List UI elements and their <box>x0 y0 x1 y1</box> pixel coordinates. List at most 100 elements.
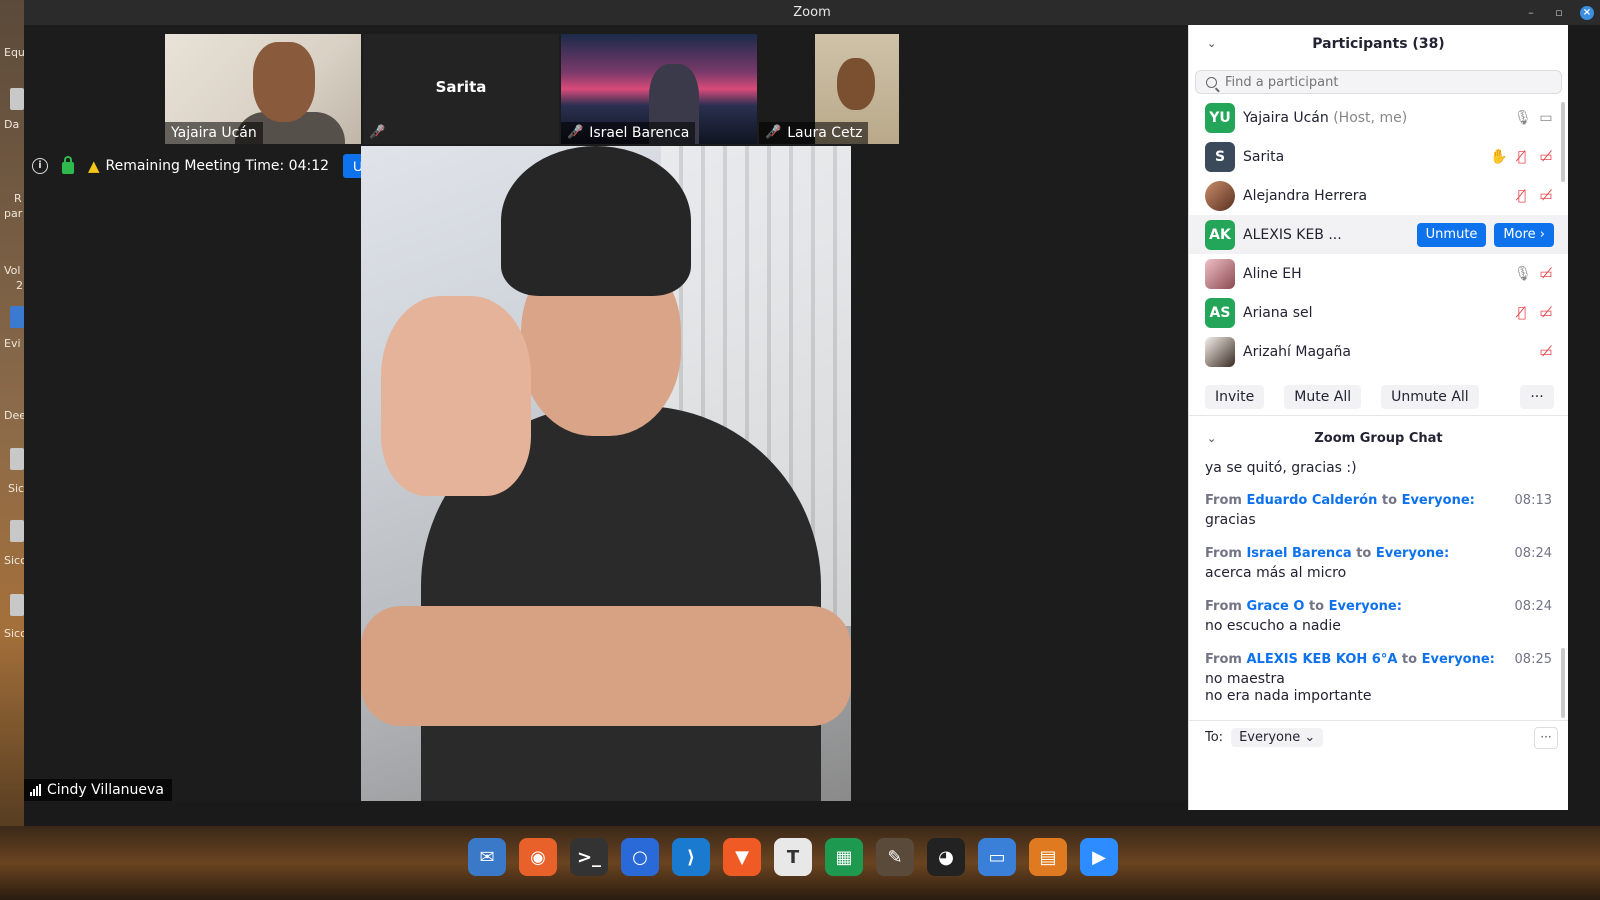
chat-messages: ya se quitó, gracias :) From Eduardo Cal… <box>1189 458 1568 720</box>
desktop-file-icon[interactable] <box>10 88 24 110</box>
desktop-file-icon[interactable] <box>10 448 24 470</box>
recipient-name[interactable]: Everyone: <box>1422 652 1495 667</box>
sender-name[interactable]: Israel Barenca <box>1246 546 1351 561</box>
typora-icon[interactable]: T <box>774 838 812 876</box>
desktop-file-icon[interactable] <box>10 520 24 542</box>
video-off-icon[interactable]: ▭̸ <box>1538 149 1554 165</box>
participant-status: 🎙 ▭ <box>1514 110 1554 126</box>
mic-icon[interactable]: 🎙 <box>1514 266 1532 282</box>
info-icon[interactable]: i <box>32 158 48 174</box>
desktop-label[interactable]: Equ <box>4 46 24 59</box>
unmute-button[interactable]: Unmute <box>1416 222 1487 247</box>
video-thumbnail[interactable]: 🎤̸ Laura Cetz <box>759 34 955 144</box>
participant-row[interactable]: Alejandra Herrera 🎙̸ ▭̸ <box>1189 176 1568 215</box>
desktop-file-icon[interactable] <box>10 306 24 328</box>
unmute-all-button[interactable]: Unmute All <box>1381 384 1479 409</box>
chromium-icon[interactable]: ○ <box>621 838 659 876</box>
video-thumbnail[interactable]: Yajaira Ucán <box>165 34 361 144</box>
impress-icon[interactable]: ▤ <box>1029 838 1067 876</box>
participant-list-scrollbar[interactable] <box>1561 102 1565 182</box>
participant-status: ▭̸ <box>1538 344 1554 360</box>
zoom-icon[interactable]: ▶ <box>1080 838 1118 876</box>
desktop-label[interactable]: Vol <box>4 264 20 277</box>
active-speaker-name-tag: Cindy Villanueva <box>24 779 172 801</box>
to-word: to <box>1381 493 1398 508</box>
to-word: to <box>1356 546 1372 561</box>
raised-hand-icon[interactable]: ✋ <box>1490 149 1507 165</box>
inkscape-icon[interactable]: ◕ <box>927 838 965 876</box>
terminal-icon[interactable]: >_ <box>570 838 608 876</box>
desktop-label[interactable]: Evi <box>4 337 21 350</box>
desktop-label[interactable]: Da <box>4 118 19 131</box>
recipient-name[interactable]: Everyone: <box>1329 599 1402 614</box>
thunderbird-icon[interactable]: ✉ <box>468 838 506 876</box>
sheets-icon[interactable]: ▦ <box>825 838 863 876</box>
more-options-button[interactable]: ··· <box>1520 384 1554 409</box>
sender-name[interactable]: Grace O <box>1246 599 1304 614</box>
thumbnail-strip: Yajaira Ucán Sarita 🎤̸ 🎤̸ Israel Barenca <box>165 34 955 144</box>
mic-muted-icon[interactable]: 🎙̸ <box>1514 305 1530 321</box>
participant-row[interactable]: Arizahí Magaña ▭̸ <box>1189 332 1568 371</box>
sender-name[interactable]: ALEXIS KEB KOH 6°A <box>1246 652 1397 667</box>
active-speaker-video[interactable] <box>361 146 851 801</box>
recipient-value: Everyone <box>1239 730 1301 745</box>
thumbnail-name-tag: 🎤̸ <box>363 122 391 144</box>
video-thumbnail[interactable]: 🎤̸ Israel Barenca <box>561 34 757 144</box>
recipient-name[interactable]: Everyone: <box>1402 493 1475 508</box>
participant-row[interactable]: AK ALEXIS KEB ... Unmute More › <box>1189 215 1568 254</box>
desktop-label[interactable]: Sicc <box>4 554 24 567</box>
recipient-dropdown[interactable]: Everyone ⌄ <box>1231 728 1324 747</box>
firefox-icon[interactable]: ◉ <box>519 838 557 876</box>
files-icon[interactable]: ▭ <box>978 838 1016 876</box>
desktop-label[interactable]: Dee <box>4 409 24 422</box>
speaker-name: Cindy Villanueva <box>47 782 164 798</box>
brave-icon[interactable]: ▼ <box>723 838 761 876</box>
gimp-icon[interactable]: ✎ <box>876 838 914 876</box>
chat-message-header: From Grace O to Everyone: <box>1205 599 1552 614</box>
participant-row[interactable]: S Sarita ✋ 🎙̸ ▭̸ <box>1189 137 1568 176</box>
video-thumbnail[interactable]: Sarita 🎤̸ <box>363 34 559 144</box>
desktop-label[interactable]: R <box>14 192 22 205</box>
chat-scrollbar[interactable] <box>1561 648 1565 718</box>
video-off-icon[interactable]: ▭̸ <box>1538 188 1554 204</box>
search-input[interactable] <box>1225 74 1525 90</box>
minimize-icon[interactable]: – <box>1524 6 1538 20</box>
dock-icons: ✉ ◉ >_ ○ ⟩ ▼ T ▦ ✎ ◕ ▭ ▤ ▶ <box>468 838 1118 876</box>
desktop-label[interactable]: par <box>4 207 22 220</box>
mute-all-button[interactable]: Mute All <box>1284 384 1362 409</box>
close-icon[interactable]: × <box>1580 5 1594 20</box>
desktop-label[interactable]: Sicc <box>4 627 24 640</box>
sender-name[interactable]: Eduardo Calderón <box>1246 493 1377 508</box>
collapse-chevron-icon[interactable]: ⌄ <box>1207 420 1216 458</box>
collapse-chevron-icon[interactable]: ⌄ <box>1207 25 1216 63</box>
mic-muted-icon: 🎤̸ <box>765 125 782 140</box>
mic-muted-icon[interactable]: 🎙̸ <box>1514 188 1530 204</box>
video-camera-icon[interactable]: ▭ <box>1538 110 1554 126</box>
vscode-icon[interactable]: ⟩ <box>672 838 710 876</box>
desktop-file-icon[interactable] <box>10 594 24 616</box>
lock-icon[interactable] <box>62 156 74 174</box>
video-off-icon[interactable]: ▭̸ <box>1538 305 1554 321</box>
participant-search[interactable] <box>1195 70 1562 94</box>
participant-name: Yajaira Ucán <box>171 125 257 141</box>
invite-button[interactable]: Invite <box>1205 384 1265 409</box>
participant-name: ALEXIS KEB ... <box>1243 226 1342 243</box>
video-off-icon[interactable]: ▭̸ <box>1538 266 1554 282</box>
zoom-window: Zoom – ▫ × Yajaira Ucán Sarita 🎤̸ 🎤̸ Isr… <box>24 0 1600 826</box>
desktop-label[interactable]: Sic <box>8 482 24 495</box>
participant-name: Aline EH <box>1243 265 1302 282</box>
recipient-name[interactable]: Everyone: <box>1376 546 1449 561</box>
mic-icon[interactable]: 🎙 <box>1514 110 1532 126</box>
restore-icon[interactable]: ▫ <box>1552 6 1566 20</box>
video-off-icon[interactable]: ▭̸ <box>1538 344 1554 360</box>
chat-more-button[interactable]: ··· <box>1534 726 1558 749</box>
title-bar[interactable]: Zoom – ▫ × <box>24 0 1600 25</box>
to-label: To: <box>1205 730 1224 745</box>
participant-row[interactable]: YU Yajaira Ucán (Host, me) 🎙 ▭ <box>1189 98 1568 137</box>
mic-muted-icon[interactable]: 🎙̸ <box>1514 149 1530 165</box>
participant-row[interactable]: AS Ariana sel 🎙̸ ▭̸ <box>1189 293 1568 332</box>
participant-row[interactable]: Aline EH 🎙 ▭̸ <box>1189 254 1568 293</box>
window-controls: – ▫ × <box>1524 0 1594 25</box>
more-button[interactable]: More › <box>1494 222 1554 247</box>
desktop-label[interactable]: 2 <box>16 279 23 292</box>
